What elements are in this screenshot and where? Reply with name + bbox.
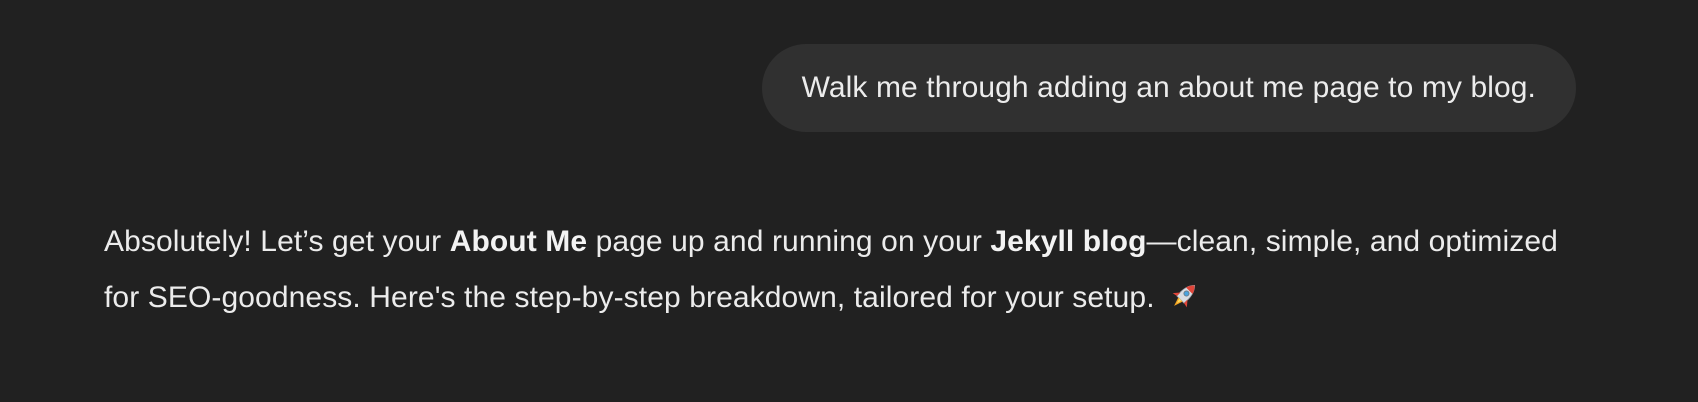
assistant-message: Absolutely! Let’s get your About Me page… xyxy=(104,214,1584,326)
bold-jekyll-blog: Jekyll blog xyxy=(990,225,1147,258)
user-message-text: Walk me through adding an about me page … xyxy=(801,71,1536,104)
assistant-message-text: Absolutely! Let’s get your About Me page… xyxy=(104,214,1584,326)
assistant-text-segment: Absolutely! Let’s get your xyxy=(104,225,450,258)
user-message-bubble: Walk me through adding an about me page … xyxy=(761,44,1576,132)
user-message-row: Walk me through adding an about me page … xyxy=(761,44,1576,132)
rocket-icon xyxy=(1167,276,1201,310)
chat-thread: Walk me through adding an about me page … xyxy=(0,0,1698,402)
assistant-text-segment: page up and running on your xyxy=(587,225,991,258)
bold-about-me: About Me xyxy=(449,225,588,258)
